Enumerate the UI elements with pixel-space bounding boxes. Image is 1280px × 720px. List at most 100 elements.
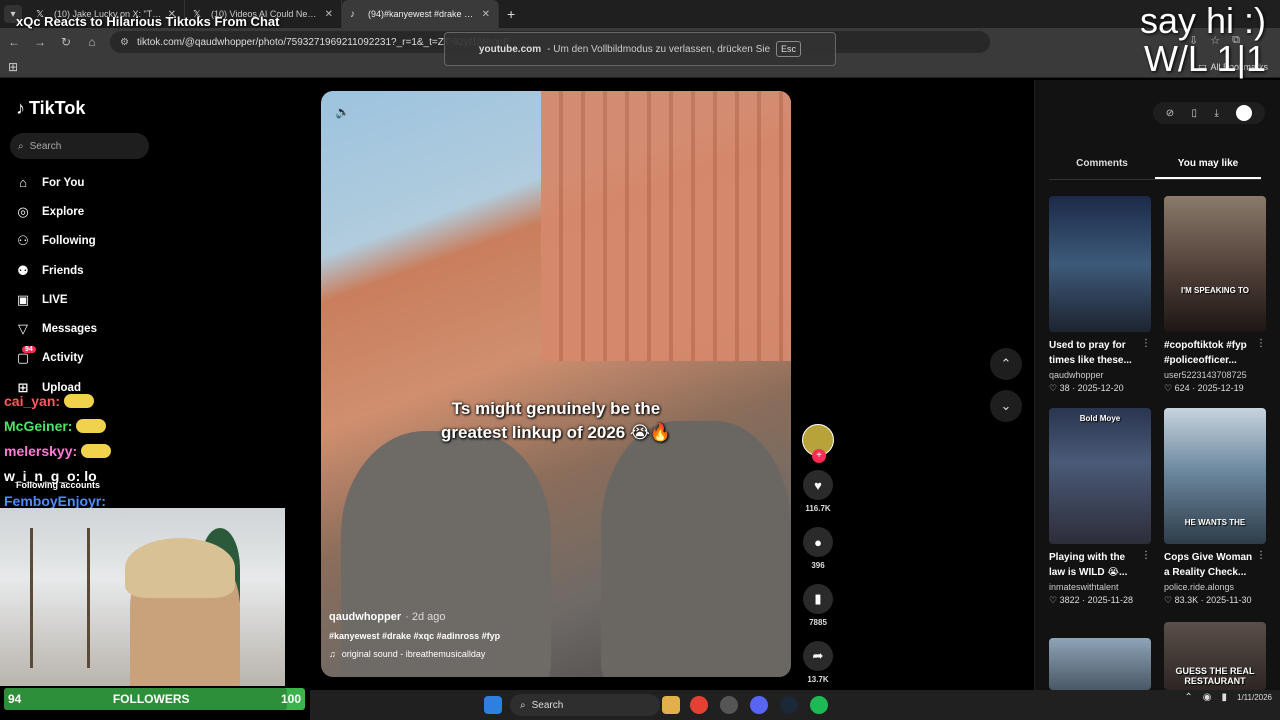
tab-title: (94)#kanyewest #drake #xq (368, 9, 476, 19)
taskbar-app-icon[interactable] (662, 696, 680, 714)
video-meta: qaudwhopper · 2d ago #kanyewest #drake #x… (329, 611, 709, 659)
home-icon: ⌂ (19, 175, 27, 191)
video-thumbnail[interactable]: I'M SPEAKING TO (1164, 196, 1266, 332)
search-icon: ⌕ (18, 140, 24, 152)
messages-icon: ▽ (18, 321, 28, 337)
activity-icon: ▢ (16, 350, 30, 366)
video-sound[interactable]: ♫ original sound - ibreathemusicallday (329, 649, 709, 659)
phone-icon[interactable]: ▯ (1192, 108, 1198, 119)
spotify-icon[interactable] (810, 696, 828, 714)
steam-icon[interactable] (780, 696, 798, 714)
chat-message: melerskyy: (4, 438, 304, 463)
followers-goal: 100 (280, 692, 301, 706)
profile-avatar[interactable] (1236, 105, 1253, 121)
recommendation-card[interactable]: GUESS THE REAL RESTAURANT (1164, 622, 1266, 690)
recommendation-card[interactable] (1049, 638, 1151, 690)
tray-icon[interactable]: ⌃ (1184, 692, 1192, 703)
music-note-icon: ♫ (329, 649, 336, 659)
sidebar-item-messages[interactable]: ▽ Messages (14, 314, 214, 343)
recommendation-card[interactable]: Used to pray for times like these... ⋮ q… (1049, 196, 1151, 394)
sidebar-item-label: Friends (42, 264, 84, 277)
sidebar-item-following[interactable]: ⚇ Following (14, 227, 214, 256)
video-author[interactable]: qaudwhopper (329, 611, 401, 623)
chrome-icon[interactable] (690, 696, 708, 714)
site-info-icon[interactable]: ⚙ (120, 37, 129, 48)
start-icon[interactable] (484, 696, 502, 714)
sidebar-item-live[interactable]: ▣ LIVE (14, 285, 214, 314)
reload-icon[interactable]: ↻ (58, 35, 74, 49)
comment-action[interactable]: ● 396 (802, 527, 834, 570)
download-icon[interactable]: ⤓ (1214, 108, 1218, 119)
search-input[interactable]: ⌕ Search (10, 133, 149, 159)
heart-icon[interactable]: ♥ (803, 470, 833, 500)
sidebar-item-activity[interactable]: ▢ 94 Activity (14, 344, 214, 373)
recommendation-card[interactable]: Bold Moye Playing with the law is WILD 😭… (1049, 408, 1151, 606)
activity-badge: 94 (22, 345, 36, 353)
home-icon[interactable]: ⌂ (84, 35, 100, 49)
thumb-text: I'M SPEAKING TO (1181, 286, 1249, 295)
chat-message: cai_yan: (4, 388, 304, 413)
sidebar-item-explore[interactable]: ◎ Explore (14, 197, 214, 226)
creator-avatar[interactable]: + (802, 424, 834, 463)
save-action[interactable]: ▮ 7885 (802, 584, 834, 627)
taskbar-search[interactable]: ⌕ Search (510, 694, 660, 716)
share-action[interactable]: ➦ 13.7K (802, 641, 834, 684)
live-icon: ▣ (16, 291, 30, 307)
back-icon[interactable]: ← (6, 35, 22, 49)
card-stats: ♡ 3822 · 2025-11-28 (1049, 595, 1133, 605)
tab-comments[interactable]: Comments (1049, 158, 1155, 179)
video-thumbnail[interactable]: GUESS THE REAL RESTAURANT (1164, 622, 1266, 690)
close-icon[interactable]: ✕ (482, 9, 490, 20)
follow-plus-icon[interactable]: + (812, 449, 826, 463)
compass-icon[interactable]: ⊘ (1166, 108, 1174, 119)
video-player[interactable]: 🔈 Ts might genuinely be the greatest lin… (321, 91, 791, 677)
video-thumbnail[interactable]: Bold Moye (1049, 408, 1151, 544)
sidebar-item-friends[interactable]: ⚉ Friends (14, 256, 214, 285)
heart-icon: ♡ (1164, 595, 1173, 605)
system-tray: ⌃ ◉ ▮ 1/11/2026 (1184, 692, 1272, 703)
more-icon[interactable]: ⋮ (1256, 338, 1266, 349)
sidebar-item-for-you[interactable]: ⌂ For You (14, 168, 214, 197)
panel-toolbar: ⊘ ▯ ⤓ (1153, 102, 1265, 124)
tiktok-logo[interactable]: ♪ TikTok (16, 98, 85, 119)
more-icon[interactable]: ⋮ (1141, 338, 1151, 349)
video-thumbnail[interactable] (1049, 196, 1151, 332)
wifi-icon[interactable]: ◉ (1203, 692, 1212, 703)
volume-icon[interactable]: 🔈 (335, 105, 350, 119)
webcam-shelf (30, 528, 90, 668)
apps-icon[interactable]: ⊞ (8, 60, 18, 74)
followers-start: 94 (8, 692, 22, 706)
video-thumbnail[interactable] (1049, 638, 1151, 690)
thumb-text: HE WANTS THE (1184, 518, 1246, 527)
share-icon[interactable]: ➦ (803, 641, 833, 671)
comment-icon[interactable]: ● (803, 527, 833, 557)
forward-icon[interactable]: → (32, 35, 48, 49)
streamer-webcam (0, 508, 285, 686)
card-stats: ♡ 38 · 2025-12-20 (1049, 383, 1124, 393)
tiktok-icon: ♪ (350, 8, 355, 20)
following-accounts-heading: Following accounts (16, 480, 101, 490)
card-stats: ♡ 624 · 2025-12-19 (1164, 383, 1244, 393)
bookmark-icon[interactable]: ▮ (803, 584, 833, 614)
video-thumbnail[interactable]: HE WANTS THE (1164, 408, 1266, 544)
more-icon[interactable]: ⋮ (1256, 550, 1266, 561)
webcam-hair (125, 538, 235, 598)
previous-video-button[interactable]: ⌃ (990, 348, 1022, 380)
card-title: Used to pray for times like these... (1049, 340, 1132, 366)
more-icon[interactable]: ⋮ (1141, 550, 1151, 561)
like-action[interactable]: ♥ 116.7K (802, 470, 834, 513)
discord-icon[interactable] (750, 696, 768, 714)
search-icon: ⌕ (520, 699, 526, 711)
tab-you-may-like[interactable]: You may like (1155, 158, 1261, 179)
xbox-icon[interactable] (720, 696, 738, 714)
chat-username: McGeiner: (4, 417, 73, 434)
close-icon[interactable]: ✕ (325, 9, 333, 20)
next-video-button[interactable]: ⌄ (990, 390, 1022, 422)
volume-icon[interactable]: ▮ (1221, 692, 1227, 703)
browser-tab-3[interactable]: ♪ (94)#kanyewest #drake #xq ✕ (342, 0, 499, 28)
recommendation-card[interactable]: HE WANTS THE Cops Give Woman a Reality C… (1164, 408, 1266, 606)
recommendation-card[interactable]: I'M SPEAKING TO #copoftiktok #fyp #polic… (1164, 196, 1266, 394)
video-hashtags[interactable]: #kanyewest #drake #xqc #adinross #fyp (329, 631, 709, 641)
fullscreen-notice: youtube.com - Um den Vollbildmodus zu ve… (444, 32, 836, 66)
new-tab-button[interactable]: + (507, 6, 515, 22)
